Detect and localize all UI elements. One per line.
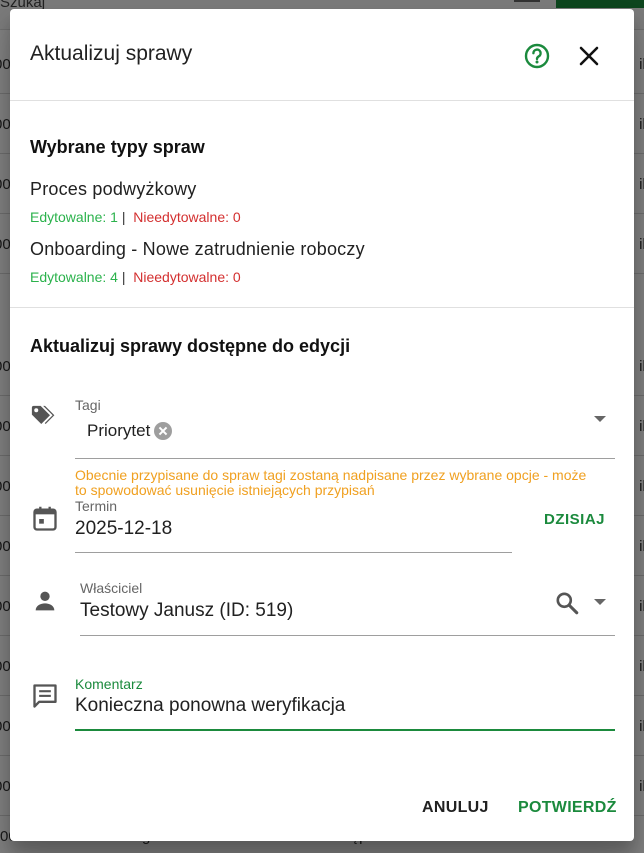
tag-chip: Priorytet	[87, 421, 173, 441]
tags-label: Tagi	[75, 397, 101, 413]
comment-underline	[75, 729, 615, 731]
person-icon	[31, 587, 61, 617]
selected-types-section: Wybrane typy spraw Proces podwyżkowy Edy…	[10, 101, 634, 308]
count-separator: |	[121, 209, 126, 225]
search-icon[interactable]	[554, 590, 580, 616]
selected-types-heading: Wybrane typy spraw	[30, 137, 205, 157]
dialog-title: Aktualizuj sprawy	[30, 42, 193, 65]
owner-underline	[80, 635, 615, 636]
tag-chip-label: Priorytet	[87, 421, 151, 440]
help-icon[interactable]	[522, 41, 552, 71]
chip-remove-icon[interactable]	[154, 422, 173, 440]
owner-input[interactable]: Testowy Janusz (ID: 519)	[80, 600, 293, 622]
tags-overwrite-warning: Obecnie przypisane do spraw tagi zostaną…	[75, 467, 587, 498]
dialog-header: Aktualizuj sprawy	[10, 9, 634, 101]
tags-dropdown-arrow-icon[interactable]	[594, 416, 606, 422]
case-type-name: Proces podwyżkowy	[30, 179, 197, 199]
update-section-heading: Aktualizuj sprawy dostępne do edycji	[30, 336, 351, 356]
calendar-icon	[31, 505, 61, 535]
cancel-button[interactable]: ANULUJ	[422, 799, 489, 817]
due-date-label: Termin	[75, 498, 118, 514]
case-type-counts: Edytowalne: 1 | Nieedytowalne: 0	[30, 209, 241, 225]
owner-dropdown-arrow-icon[interactable]	[594, 599, 606, 605]
tag-icon	[30, 404, 60, 434]
comment-input[interactable]: Konieczna ponowna weryfikacja	[75, 695, 345, 717]
noneditable-count: Nieedytowalne: 0	[133, 209, 241, 225]
case-type-counts: Edytowalne: 4 | Nieedytowalne: 0	[30, 269, 241, 285]
comment-label: Komentarz	[75, 676, 143, 692]
case-type-name: Onboarding - Nowe zatrudnienie roboczy	[30, 239, 365, 259]
editable-count: Edytowalne: 1	[30, 209, 118, 225]
due-date-input[interactable]: 2025-12-18	[75, 518, 172, 540]
comment-icon	[31, 682, 61, 712]
confirm-button[interactable]: POTWIERDŹ	[518, 799, 617, 817]
today-button[interactable]: DZISIAJ	[544, 511, 605, 528]
due-date-underline	[75, 552, 512, 553]
count-separator: |	[121, 269, 126, 285]
close-icon[interactable]	[575, 42, 603, 70]
owner-label: Właściciel	[80, 580, 143, 596]
update-cases-dialog: Aktualizuj sprawy Wybrane typy spraw Pro…	[10, 9, 634, 841]
tags-field-underline[interactable]	[75, 458, 615, 459]
noneditable-count: Nieedytowalne: 0	[133, 269, 241, 285]
editable-count: Edytowalne: 4	[30, 269, 118, 285]
